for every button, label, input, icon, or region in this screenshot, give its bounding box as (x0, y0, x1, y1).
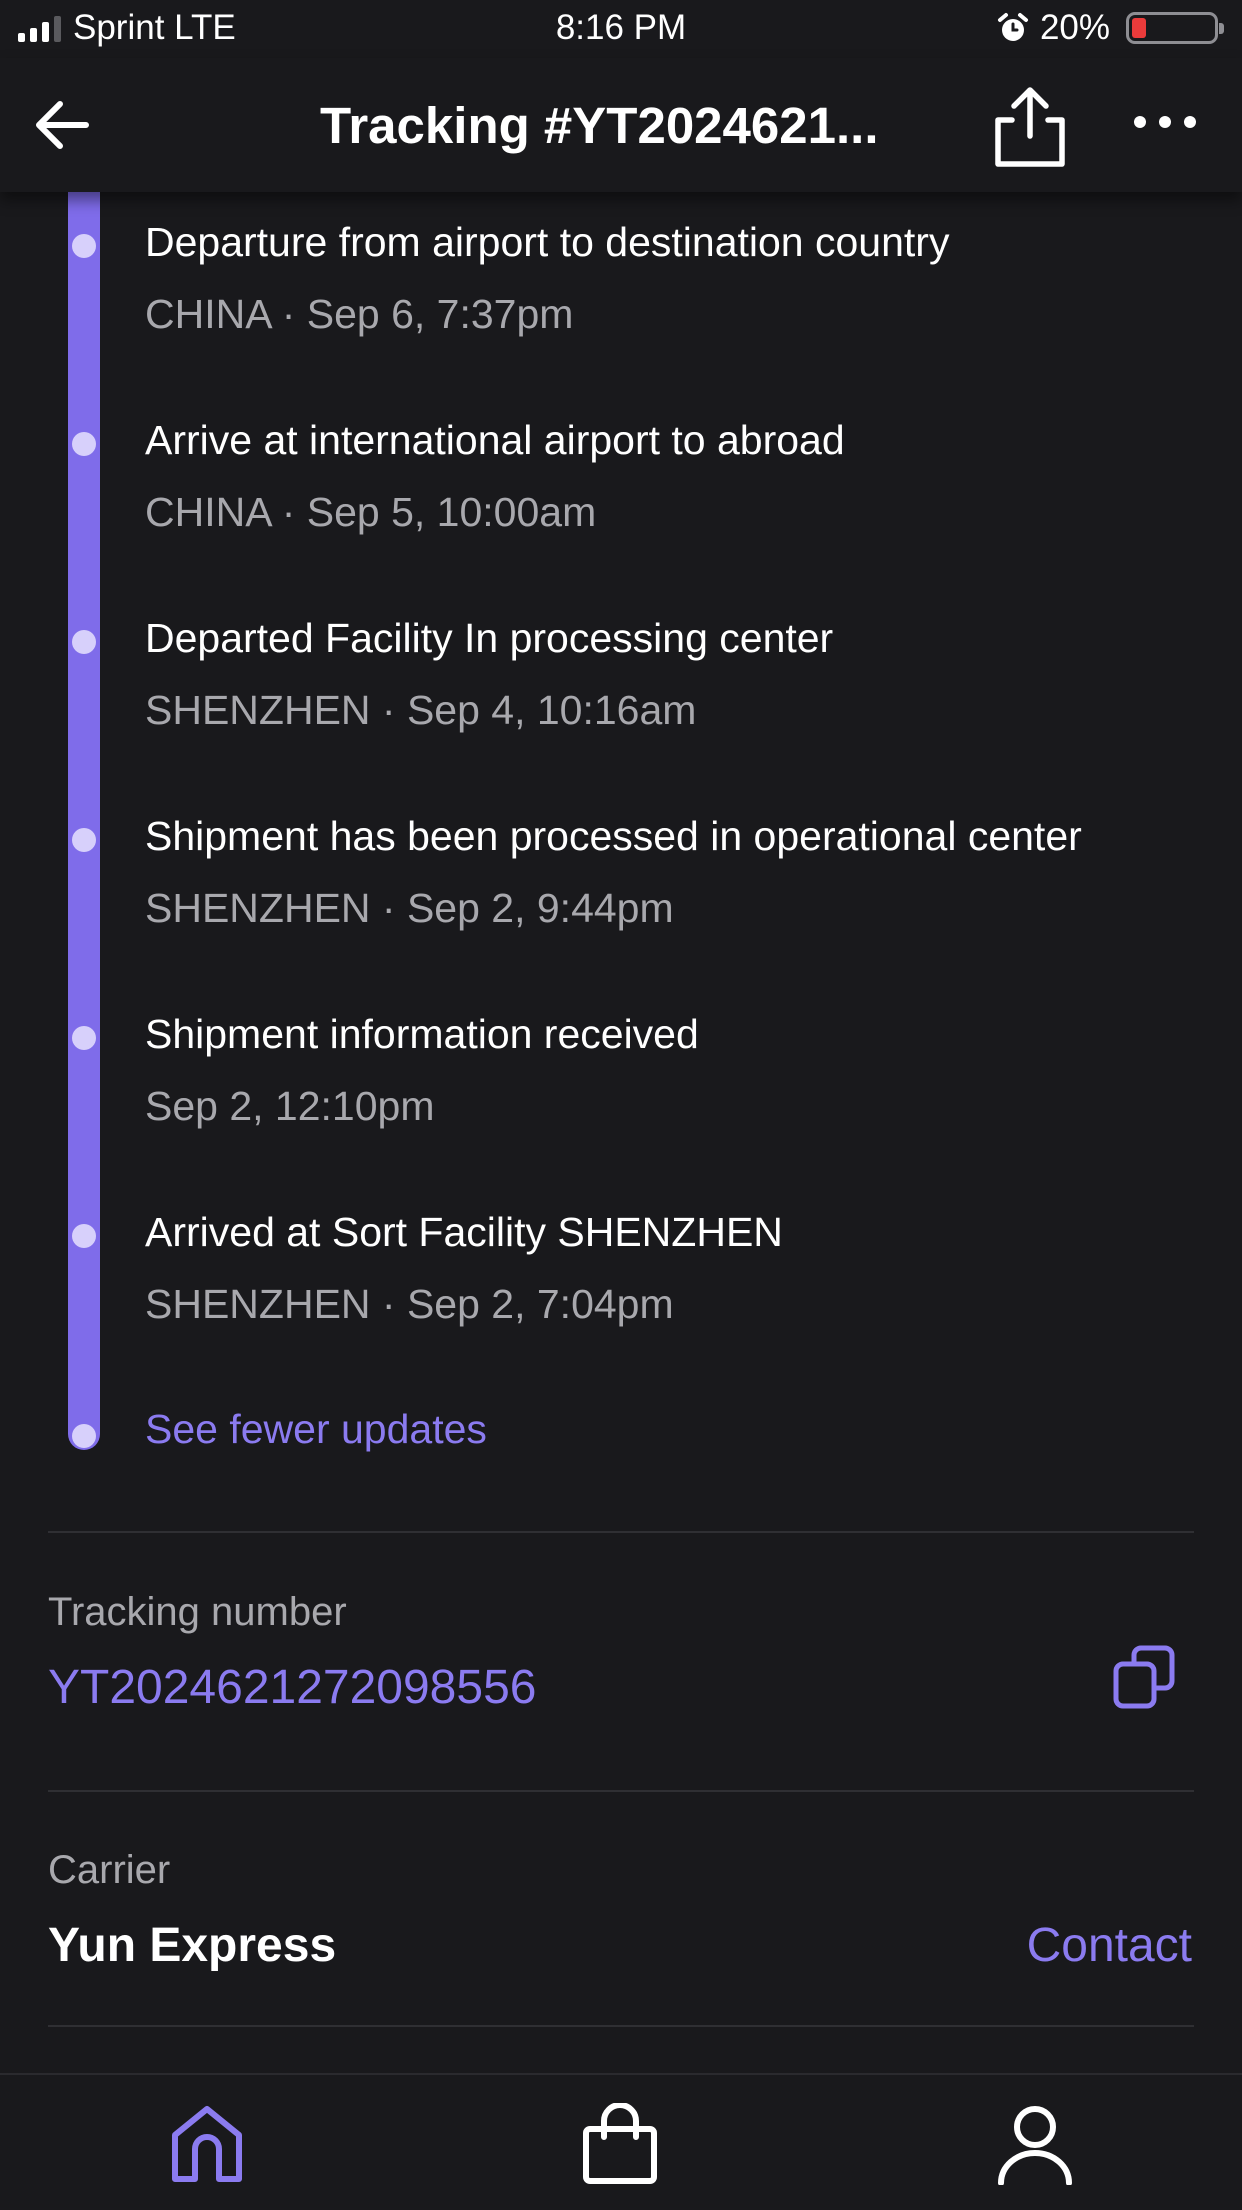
status-bar-right: 20% (996, 8, 1224, 48)
timeline-event: Departure from airport to destination co… (145, 217, 1225, 339)
battery-percentage: 20% (1039, 8, 1110, 47)
timeline-dot (72, 432, 96, 456)
timeline-rail (68, 192, 100, 1450)
timeline-event: Departed Facility In processing center S… (145, 613, 1225, 735)
status-bar: Sprint LTE 8:16 PM 20% (0, 0, 1242, 58)
event-title: Arrive at international airport to abroa… (145, 417, 845, 463)
event-title: Shipment has been processed in operation… (145, 813, 1082, 859)
carrier-label: Carrier (48, 1848, 171, 1892)
timeline-dot (72, 234, 96, 258)
timeline-dot (72, 828, 96, 852)
event-title: Departure from airport to destination co… (145, 219, 950, 265)
timeline-dot (72, 1224, 96, 1248)
event-title: Arrived at Sort Facility SHENZHEN (145, 1209, 783, 1255)
back-arrow-icon[interactable] (30, 92, 96, 158)
timeline-end-dot (72, 1424, 96, 1448)
home-icon[interactable] (167, 2103, 247, 2185)
divider (48, 2025, 1194, 2027)
page-title: Tracking #YT2024621... (320, 97, 879, 154)
tracking-timeline: Departure from airport to destination co… (0, 192, 1242, 1452)
event-title: Departed Facility In processing center (145, 615, 834, 661)
event-location-time: SHENZHEN · Sep 4, 10:16am (145, 687, 697, 733)
tracking-number-label: Tracking number (48, 1590, 347, 1634)
event-time: Sep 2, 12:10pm (145, 1083, 435, 1129)
timeline-event: Arrived at Sort Facility SHENZHEN SHENZH… (145, 1207, 1225, 1329)
event-location-time: CHINA · Sep 6, 7:37pm (145, 291, 574, 337)
share-icon[interactable] (990, 84, 1070, 170)
profile-icon[interactable] (995, 2103, 1075, 2185)
timeline-dot (72, 630, 96, 654)
battery-icon (1126, 12, 1224, 44)
shopping-bag-icon[interactable] (580, 2103, 660, 2185)
event-location-time: CHINA · Sep 5, 10:00am (145, 489, 597, 535)
alarm-icon (997, 13, 1028, 41)
timeline-event: Shipment has been processed in operation… (145, 811, 1225, 933)
timeline-dot (72, 1026, 96, 1050)
carrier-name-value: Yun Express (48, 1919, 337, 1972)
navigation-bar: Tracking #YT2024621... (0, 58, 1242, 192)
event-location-time: SHENZHEN · Sep 2, 9:44pm (145, 885, 674, 931)
tracking-number-value[interactable]: YT2024621272098556 (48, 1660, 536, 1716)
contact-carrier-link[interactable]: Contact (1027, 1918, 1192, 1974)
timeline-event: Shipment information received Sep 2, 12:… (145, 1009, 1225, 1131)
see-fewer-updates-link[interactable]: See fewer updates (145, 1404, 487, 1454)
bottom-tab-bar (0, 2073, 1242, 2210)
more-options-icon[interactable] (1130, 102, 1200, 142)
divider (48, 1531, 1194, 1533)
event-location-time: SHENZHEN · Sep 2, 7:04pm (145, 1281, 674, 1327)
divider (48, 1790, 1194, 1792)
timeline-event: Arrive at international airport to abroa… (145, 415, 1225, 537)
event-title: Shipment information received (145, 1011, 699, 1057)
copy-icon[interactable] (1112, 1644, 1176, 1710)
